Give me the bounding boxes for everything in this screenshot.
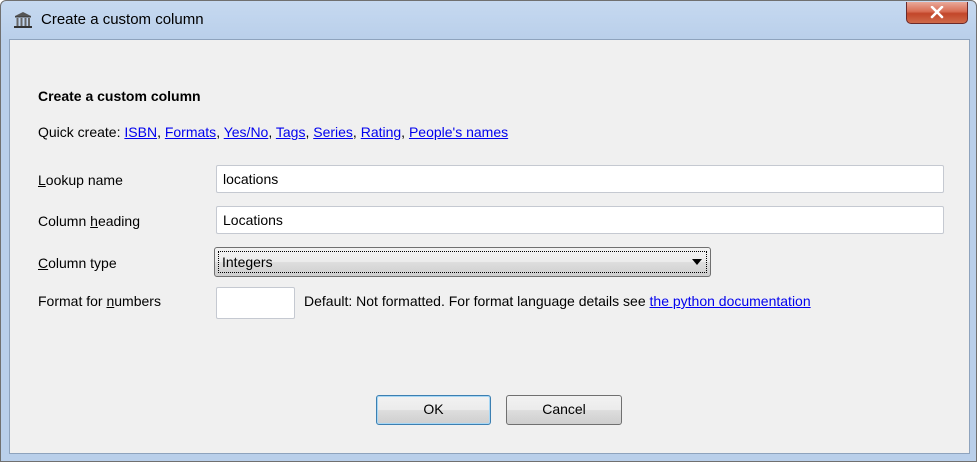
quick-create-row: Quick create: ISBN, Formats, Yes/No, Tag… (38, 124, 509, 140)
column-type-select[interactable]: Integers (214, 247, 711, 277)
quick-create-yesno-link[interactable]: Yes/No (224, 124, 269, 140)
column-type-label: Column type (38, 255, 117, 271)
column-heading-label: Column heading (38, 213, 140, 229)
quick-create-tags-link[interactable]: Tags (276, 124, 306, 140)
format-numbers-input[interactable] (216, 287, 295, 319)
close-button[interactable] (906, 2, 968, 24)
dropdown-arrow-icon (692, 259, 702, 265)
title-bar[interactable]: Create a custom column (1, 1, 976, 39)
quick-create-series-link[interactable]: Series (313, 124, 353, 140)
column-heading-input[interactable]: Locations (216, 206, 944, 234)
format-numbers-hint: Default: Not formatted. For format langu… (304, 293, 811, 309)
quick-create-formats-link[interactable]: Formats (165, 124, 216, 140)
library-icon (14, 12, 32, 28)
ok-button[interactable]: OK (376, 395, 491, 425)
lookup-name-input[interactable]: locations (216, 165, 944, 193)
lookup-name-label: Lookup name (38, 172, 123, 188)
format-numbers-label: Format for numbers (38, 293, 161, 309)
dialog-heading: Create a custom column (38, 88, 201, 104)
quick-create-label: Quick create: (38, 124, 125, 140)
python-documentation-link[interactable]: the python documentation (650, 293, 811, 309)
quick-create-isbn-link[interactable]: ISBN (124, 124, 157, 140)
quick-create-rating-link[interactable]: Rating (361, 124, 401, 140)
cancel-button[interactable]: Cancel (506, 395, 622, 425)
close-icon (930, 6, 944, 19)
window-title: Create a custom column (41, 11, 204, 28)
quick-create-peoples-names-link[interactable]: People's names (409, 124, 508, 140)
column-type-value: Integers (218, 251, 707, 273)
